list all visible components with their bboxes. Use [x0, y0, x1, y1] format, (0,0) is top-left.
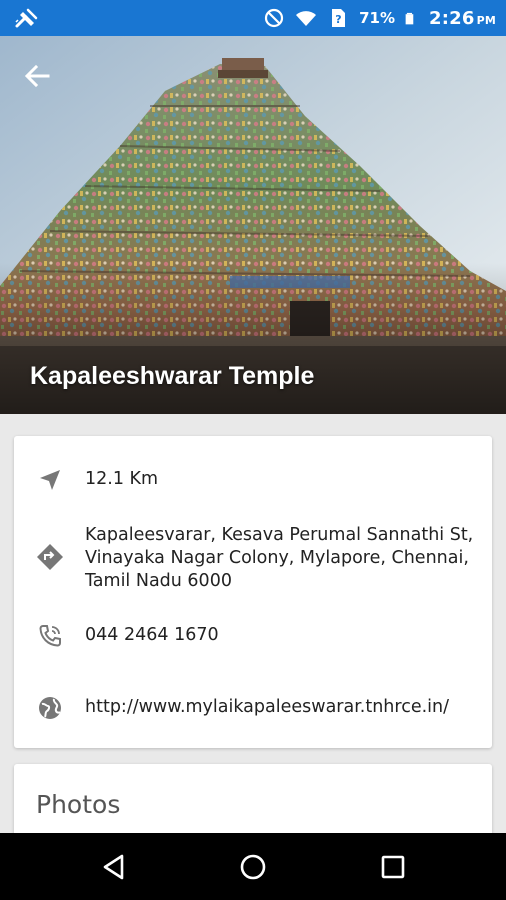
status-bar: ? 71% 2:26 PM	[0, 0, 506, 36]
navigation-arrow-icon	[40, 470, 60, 490]
globe-icon	[39, 697, 61, 719]
sim-alert-icon: ?	[332, 9, 346, 27]
battery-percent: 71%	[359, 9, 395, 27]
address-text[interactable]: Kapaleesvarar, Kesava Perumal Sannathi S…	[85, 524, 480, 593]
nav-back-button[interactable]	[98, 850, 132, 884]
place-hero-image: Kapaleeshwarar Temple	[0, 36, 506, 414]
nav-recents-button[interactable]	[376, 850, 410, 884]
clock: 2:26 PM	[429, 7, 496, 29]
wifi-icon	[296, 11, 317, 26]
nav-home-button[interactable]	[236, 850, 270, 884]
satellite-icon	[15, 8, 38, 28]
photos-heading: Photos	[36, 790, 121, 819]
temple-photo	[0, 36, 506, 414]
system-navigation-bar	[0, 833, 506, 900]
do-not-disturb-icon	[264, 8, 284, 28]
directions-icon	[37, 544, 63, 570]
battery-icon	[405, 12, 414, 25]
place-title: Kapaleeshwarar Temple	[30, 362, 315, 390]
back-button[interactable]	[18, 58, 62, 94]
website-link[interactable]: http://www.mylaikapaleeswarar.tnhrce.in/	[85, 696, 480, 719]
arrow-back-icon	[24, 64, 50, 88]
svg-text:?: ?	[335, 13, 341, 26]
phone-icon	[39, 625, 61, 647]
place-info-card: 12.1 Km Kapaleesvarar, Kesava Perumal Sa…	[14, 436, 492, 748]
distance-text: 12.1 Km	[85, 469, 159, 489]
phone-text[interactable]: 044 2464 1670	[85, 624, 480, 647]
